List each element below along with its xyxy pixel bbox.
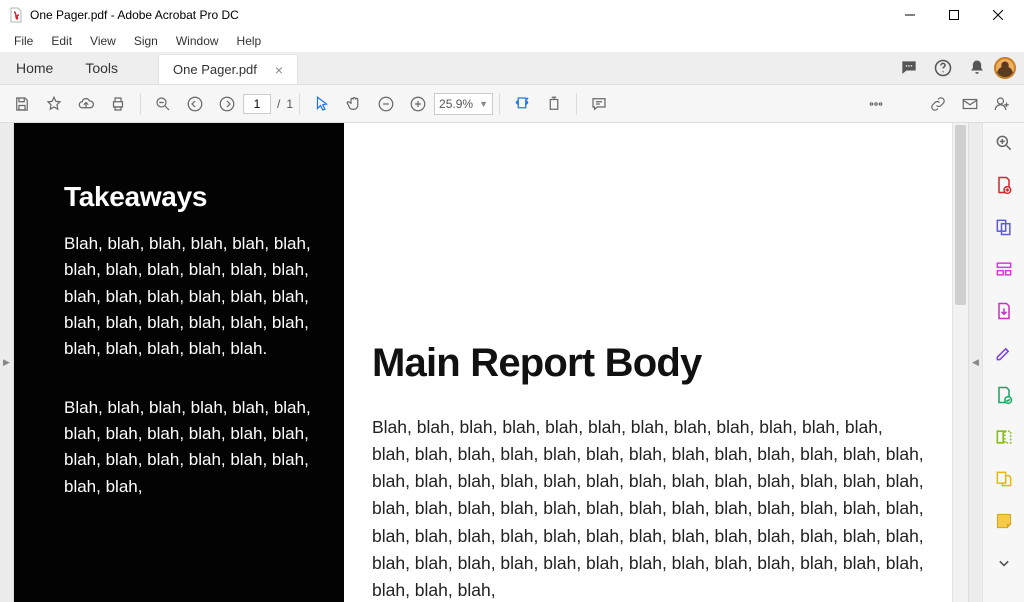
page-indicator: / 1 <box>243 94 293 114</box>
document-view[interactable]: Takeaways Blah, blah, blah, blah, blah, … <box>14 123 952 602</box>
acrobat-icon <box>8 7 24 23</box>
star-icon[interactable] <box>38 88 70 120</box>
add-person-icon[interactable] <box>986 88 1018 120</box>
doc-sidebar: Takeaways Blah, blah, blah, blah, blah, … <box>14 123 344 602</box>
zoom-dropdown[interactable]: 25.9% ▼ <box>434 93 493 115</box>
zoom-minus-icon[interactable] <box>370 88 402 120</box>
left-nav-rail[interactable]: ▶ <box>0 123 14 602</box>
page-sep: / <box>277 97 280 111</box>
main-para: Blah, blah, blah, blah, blah, blah, blah… <box>372 414 924 602</box>
tab-close-icon[interactable]: × <box>275 63 283 77</box>
comment-icon[interactable] <box>583 88 615 120</box>
more-icon[interactable] <box>860 88 892 120</box>
cloud-upload-icon[interactable] <box>70 88 102 120</box>
menu-sign[interactable]: Sign <box>126 32 166 50</box>
comments-icon[interactable] <box>892 52 926 84</box>
menu-file[interactable]: File <box>6 32 41 50</box>
organize-icon[interactable] <box>992 469 1016 489</box>
menu-bar: File Edit View Sign Window Help <box>0 30 1024 52</box>
fit-page-icon[interactable] <box>538 88 570 120</box>
next-page-icon[interactable] <box>211 88 243 120</box>
link-icon[interactable] <box>922 88 954 120</box>
close-button[interactable] <box>976 0 1020 30</box>
menu-help[interactable]: Help <box>229 32 270 50</box>
help-icon[interactable] <box>926 52 960 84</box>
page-total: 1 <box>286 97 293 111</box>
bell-icon[interactable] <box>960 52 994 84</box>
sidebar-para-2: Blah, blah, blah, blah, blah, blah, blah… <box>64 395 320 500</box>
zoom-out-icon[interactable] <box>147 88 179 120</box>
cursor-icon[interactable] <box>306 88 338 120</box>
prev-page-icon[interactable] <box>179 88 211 120</box>
main-heading: Main Report Body <box>372 341 924 386</box>
chevron-down-icon[interactable] <box>992 553 1016 573</box>
tab-document-label: One Pager.pdf <box>173 62 257 77</box>
menu-edit[interactable]: Edit <box>43 32 80 50</box>
toolbar: / 1 25.9% ▼ <box>0 85 1024 123</box>
fill-sign-icon[interactable] <box>992 343 1016 363</box>
tab-home[interactable]: Home <box>0 52 69 84</box>
compare-icon[interactable] <box>992 427 1016 447</box>
maximize-button[interactable] <box>932 0 976 30</box>
vertical-scrollbar[interactable] <box>952 123 968 602</box>
title-bar: One Pager.pdf - Adobe Acrobat Pro DC <box>0 0 1024 30</box>
tab-document[interactable]: One Pager.pdf × <box>158 54 298 84</box>
create-pdf-icon[interactable] <box>992 175 1016 195</box>
save-icon[interactable] <box>6 88 38 120</box>
minimize-button[interactable] <box>888 0 932 30</box>
doc-main: Main Report Body Blah, blah, blah, blah,… <box>344 123 952 602</box>
page-current-input[interactable] <box>243 94 271 114</box>
main-tabs: Home Tools One Pager.pdf × <box>0 52 1024 85</box>
right-collapse-rail[interactable]: ◀ <box>968 123 982 602</box>
sidebar-para-1: Blah, blah, blah, blah, blah, blah, blah… <box>64 231 320 363</box>
zoom-plus-icon[interactable] <box>402 88 434 120</box>
menu-view[interactable]: View <box>82 32 124 50</box>
mail-icon[interactable] <box>954 88 986 120</box>
sidebar-heading: Takeaways <box>64 181 320 213</box>
print-icon[interactable] <box>102 88 134 120</box>
sticky-note-icon[interactable] <box>992 511 1016 531</box>
combine-icon[interactable] <box>992 217 1016 237</box>
search-plus-icon[interactable] <box>992 133 1016 153</box>
fit-width-icon[interactable] <box>506 88 538 120</box>
window-title: One Pager.pdf - Adobe Acrobat Pro DC <box>30 8 239 22</box>
right-tool-panel <box>982 123 1024 602</box>
chevron-down-icon: ▼ <box>479 99 488 109</box>
content-area: ▶ Takeaways Blah, blah, blah, blah, blah… <box>0 123 1024 602</box>
tab-tools[interactable]: Tools <box>69 52 134 84</box>
zoom-value: 25.9% <box>439 97 473 111</box>
export-pdf-icon[interactable] <box>992 301 1016 321</box>
menu-window[interactable]: Window <box>168 32 227 50</box>
pan-icon[interactable] <box>338 88 370 120</box>
scrollbar-thumb[interactable] <box>955 125 966 305</box>
user-avatar[interactable] <box>994 57 1016 79</box>
protect-icon[interactable] <box>992 385 1016 405</box>
edit-pdf-icon[interactable] <box>992 259 1016 279</box>
